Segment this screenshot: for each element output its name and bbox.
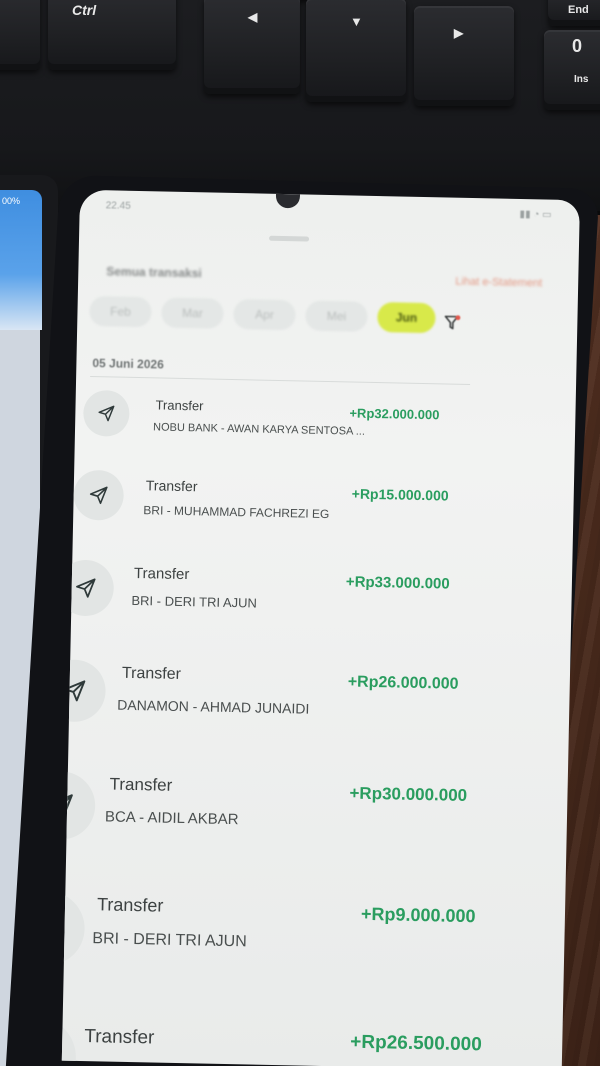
- key-ins-label: Ins: [574, 74, 589, 85]
- transaction-amount: +Rp30.000.000: [349, 783, 468, 806]
- transaction-amount: +Rp32.000.000: [349, 405, 440, 423]
- key-arrow-right: ▶: [414, 6, 514, 106]
- transaction-item[interactable]: Transfer BCA - AIDIL AKBAR +Rp30.000.000: [61, 766, 568, 841]
- key-arrow-down: ▼: [306, 0, 406, 102]
- month-chip-feb[interactable]: Feb: [89, 295, 152, 328]
- transfer-icon-wrap: [61, 890, 86, 967]
- transaction-description: NOBU BANK - AWAN KARYA SENTOSA ...: [152, 421, 366, 438]
- transaction-type: Transfer: [84, 1026, 155, 1049]
- month-chip-mei[interactable]: Mei: [305, 300, 368, 332]
- transaction-description: BCA - AIDIL AKBAR: [104, 808, 239, 829]
- left-device-battery: 00%: [2, 196, 21, 206]
- month-filter: Feb Mar Apr Mei Jun: [89, 294, 490, 336]
- key-end: End: [548, 0, 600, 26]
- transaction-type: Transfer: [96, 894, 164, 916]
- key-arrow-left: ◀: [204, 0, 300, 94]
- transaction-amount: +Rp9.000.000: [360, 903, 476, 927]
- key-ctrl: Ctrl: [48, 0, 176, 70]
- page-title: Semua transaksi: [106, 264, 202, 281]
- transaction-type: Transfer: [145, 477, 198, 495]
- key-end-label: End: [568, 4, 589, 16]
- arrow-left-icon: ◀: [248, 10, 258, 24]
- key-left-partial: [0, 0, 40, 70]
- transaction-amount: +Rp26.000.000: [347, 673, 459, 693]
- transfer-icon-wrap: [61, 770, 96, 841]
- phone-screen: 22.45 ▮▮ ◔ ▭ Semua transaksi Lihat e-Sta…: [61, 189, 580, 1066]
- transaction-description: BRI - DERI TRI AJUN: [131, 592, 258, 611]
- sheet-handle[interactable]: [269, 235, 310, 242]
- transaction-item[interactable]: Transfer BRI - DERI TRI AJUN +Rp9.000.00…: [61, 886, 565, 967]
- arrow-down-icon: ▼: [350, 14, 363, 29]
- send-icon: [76, 578, 96, 598]
- date-group-header: 05 Juni 2026: [92, 356, 164, 372]
- transaction-item[interactable]: Transfer BRI - DERI TRI AJUN +Rp33.000.0…: [61, 556, 572, 617]
- filter-icon[interactable]: [443, 313, 461, 331]
- transaction-type: Transfer: [155, 397, 204, 414]
- month-chip-mar[interactable]: Mar: [161, 297, 224, 329]
- transaction-type: Transfer: [121, 664, 182, 683]
- month-chip-jun[interactable]: Jun: [377, 302, 436, 334]
- divider: [90, 376, 471, 385]
- key-ins-number: 0: [572, 36, 583, 56]
- transaction-amount: +Rp15.000.000: [351, 485, 449, 504]
- transaction-item[interactable]: Transfer +Rp26.500.000: [61, 1016, 563, 1066]
- key-ctrl-label: Ctrl: [72, 2, 97, 18]
- transaction-type: Transfer: [109, 774, 173, 795]
- send-icon: [98, 405, 115, 422]
- arrow-right-icon: ▶: [454, 26, 464, 40]
- transaction-description: BRI - DERI TRI AJUN: [92, 930, 247, 951]
- transaction-description: BRI - MUHAMMAD FACHREZI EG: [143, 503, 330, 522]
- camera-notch: [275, 193, 301, 209]
- transaction-description: DANAMON - AHMAD JUNAIDI: [117, 696, 310, 717]
- send-icon: [89, 486, 108, 505]
- left-device-screen: [0, 190, 42, 330]
- transaction-amount: +Rp26.500.000: [350, 1031, 482, 1056]
- month-chip-apr[interactable]: Apr: [233, 299, 296, 331]
- transaction-item[interactable]: Transfer BRI - MUHAMMAD FACHREZI EG +Rp1…: [73, 468, 574, 521]
- key-ins: 0 Ins: [544, 30, 600, 110]
- statement-link[interactable]: Lihat e-Statement: [455, 276, 542, 290]
- transaction-item[interactable]: Transfer NOBU BANK - AWAN KARYA SENTOSA …: [76, 389, 576, 438]
- status-time: 22.45: [105, 200, 131, 212]
- transaction-amount: +Rp33.000.000: [345, 573, 450, 593]
- transaction-type: Transfer: [133, 564, 190, 584]
- transaction-item[interactable]: Transfer DANAMON - AHMAD JUNAIDI +Rp26.0…: [61, 656, 570, 723]
- status-icons: ▮▮ ◔ ▭: [519, 208, 552, 221]
- transfer-icon-wrap: [73, 469, 125, 521]
- transfer-icon-wrap: [82, 389, 130, 437]
- transfer-icon-wrap: [61, 1016, 77, 1066]
